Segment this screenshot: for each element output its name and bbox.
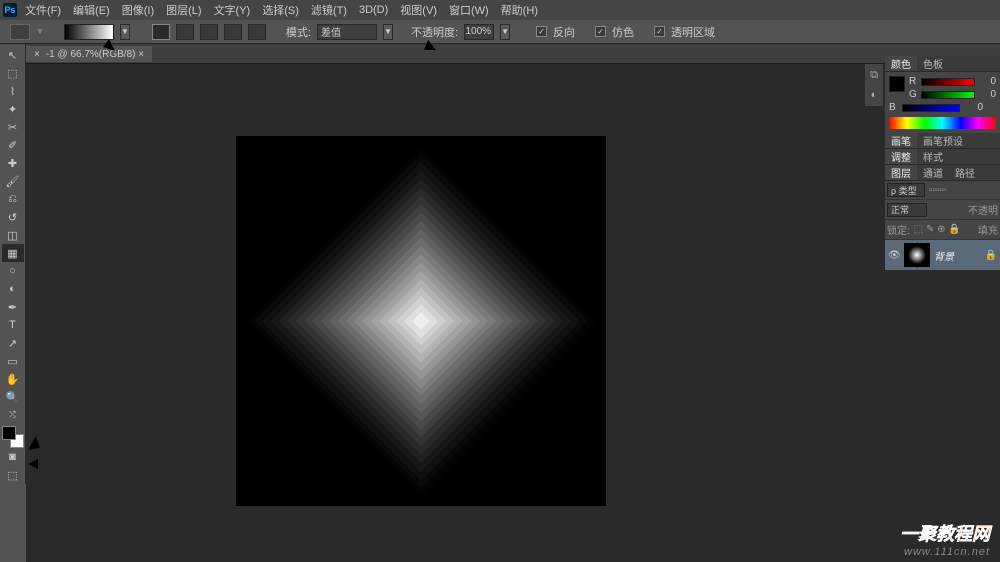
- crop-tool[interactable]: ✂: [2, 118, 24, 136]
- path-tool[interactable]: ↗: [2, 334, 24, 352]
- blend-mode-select[interactable]: 差值: [317, 24, 377, 40]
- gradient-tool[interactable]: ▦: [2, 244, 24, 262]
- app-icon: Ps: [3, 3, 17, 17]
- lock-label: 锁定:: [887, 222, 910, 237]
- type-tool[interactable]: T: [2, 316, 24, 334]
- layers-panel-body: ρ 类型 ▫▫▫▫▫ 正常 不透明 锁定: ⬚ ✎ ⊕ 🔒 填充 👁 背景 🔒: [885, 181, 1000, 270]
- r-value[interactable]: 0: [978, 76, 996, 87]
- layer-blend-select[interactable]: 正常: [887, 203, 927, 217]
- color-panel: R 0 G 0 B 0: [885, 72, 1000, 133]
- paths-tab[interactable]: 路径: [949, 165, 981, 180]
- properties-panel-icon[interactable]: ◐: [867, 86, 881, 104]
- dither-label: 仿色: [612, 24, 634, 40]
- spectrum-ramp[interactable]: [889, 117, 996, 129]
- wand-tool[interactable]: ✦: [2, 100, 24, 118]
- blend-mode-arrow[interactable]: ▼: [383, 24, 393, 40]
- menu-layer[interactable]: 图层(L): [166, 2, 201, 18]
- marquee-tool[interactable]: ⬚: [2, 64, 24, 82]
- annotation-arrow-2: [422, 36, 502, 146]
- menu-file[interactable]: 文件(F): [25, 2, 61, 18]
- canvas[interactable]: [236, 136, 606, 506]
- adjust-tab[interactable]: 调整: [885, 149, 917, 164]
- fill-label: 填充: [978, 222, 998, 237]
- b-value[interactable]: 0: [963, 102, 983, 113]
- menu-type[interactable]: 文字(Y): [214, 2, 251, 18]
- menu-image[interactable]: 图像(I): [122, 2, 154, 18]
- color-panel-header: 颜色 色板: [885, 56, 1000, 72]
- eyedropper-tool[interactable]: ✐: [2, 136, 24, 154]
- layer-opacity-label: 不透明: [968, 202, 998, 217]
- gradient-angle[interactable]: [200, 24, 218, 40]
- watermark-url: www.111cn.net: [900, 546, 990, 558]
- menu-filter[interactable]: 滤镜(T): [311, 2, 347, 18]
- eraser-tool[interactable]: ◫: [2, 226, 24, 244]
- b-label: B: [889, 102, 899, 113]
- heal-tool[interactable]: ✚: [2, 154, 24, 172]
- lock-icon: 🔒: [985, 250, 997, 261]
- pen-tool[interactable]: ✒: [2, 298, 24, 316]
- adjust-panel-header: 调整 样式: [885, 149, 1000, 165]
- dodge-tool[interactable]: ◐: [2, 280, 24, 298]
- brush-tab[interactable]: 画笔: [885, 133, 917, 148]
- foreground-color[interactable]: [2, 426, 16, 440]
- menu-3d[interactable]: 3D(D): [359, 4, 388, 16]
- reverse-checkbox[interactable]: [536, 26, 547, 37]
- g-label: G: [909, 89, 918, 100]
- menu-view[interactable]: 视图(V): [400, 2, 437, 18]
- panel-strip: ⧉ ◐: [865, 64, 883, 106]
- layers-panel-header: 图层 通道 路径: [885, 165, 1000, 181]
- menu-edit[interactable]: 编辑(E): [73, 2, 110, 18]
- g-value[interactable]: 0: [978, 89, 996, 100]
- transparency-label: 透明区域: [671, 24, 715, 40]
- visibility-icon[interactable]: 👁: [888, 250, 900, 261]
- history-brush-tool[interactable]: ↺: [2, 208, 24, 226]
- layers-tab[interactable]: 图层: [885, 165, 917, 180]
- right-panels: 颜色 色板 R 0 G 0 B 0 画笔 画笔预设 调整 样式 图层 通道 路径 ρ …: [885, 56, 1000, 270]
- styles-tab[interactable]: 样式: [917, 149, 949, 164]
- menu-bar: Ps 文件(F) 编辑(E) 图像(I) 图层(L) 文字(Y) 选择(S) 滤…: [0, 0, 1000, 20]
- watermark-title: 一聚教程网: [900, 524, 990, 544]
- g-slider[interactable]: [921, 91, 974, 99]
- dither-checkbox[interactable]: [595, 26, 606, 37]
- tool-preset-picker[interactable]: [10, 24, 30, 40]
- gradient-reflected[interactable]: [224, 24, 242, 40]
- menu-select[interactable]: 选择(S): [262, 2, 299, 18]
- history-panel-icon[interactable]: ⧉: [867, 66, 881, 84]
- channels-tab[interactable]: 通道: [917, 165, 949, 180]
- stamp-tool[interactable]: ⎌: [2, 190, 24, 208]
- screenmode-tool[interactable]: ⬚: [2, 466, 24, 484]
- brush-tool[interactable]: 🖌: [2, 172, 24, 190]
- b-slider[interactable]: [902, 104, 960, 112]
- hand-tool[interactable]: ✋: [2, 370, 24, 388]
- blur-tool[interactable]: ○: [2, 262, 24, 280]
- reverse-label: 反向: [553, 24, 575, 40]
- color-mini-swatch[interactable]: [889, 76, 905, 92]
- color-tab[interactable]: 颜色: [885, 56, 917, 71]
- annotation-arrow-1: [95, 33, 185, 143]
- layer-row-bg[interactable]: 👁 背景 🔒: [885, 240, 1000, 270]
- r-slider[interactable]: [921, 78, 974, 86]
- layer-name[interactable]: 背景: [934, 248, 954, 263]
- layer-kind-filter[interactable]: ρ 类型: [887, 183, 925, 197]
- gradient-diamond[interactable]: [248, 24, 266, 40]
- swatches-tab[interactable]: 色板: [917, 56, 949, 71]
- layer-thumbnail[interactable]: [904, 243, 930, 267]
- watermark: 一聚教程网 www.111cn.net: [900, 520, 990, 558]
- menu-help[interactable]: 帮助(H): [501, 2, 538, 18]
- menu-window[interactable]: 窗口(W): [449, 2, 489, 18]
- brush-presets-tab[interactable]: 画笔预设: [917, 133, 969, 148]
- mode-label: 模式:: [286, 24, 311, 40]
- brush-panel-header: 画笔 画笔预设: [885, 133, 1000, 149]
- r-label: R: [909, 76, 918, 87]
- annotation-arrow-4: [22, 456, 112, 472]
- annotation-arrow-3: [18, 388, 138, 458]
- transparency-checkbox[interactable]: [654, 26, 665, 37]
- shape-tool[interactable]: ▭: [2, 352, 24, 370]
- move-tool[interactable]: ↖: [2, 46, 24, 64]
- lasso-tool[interactable]: ⌇: [2, 82, 24, 100]
